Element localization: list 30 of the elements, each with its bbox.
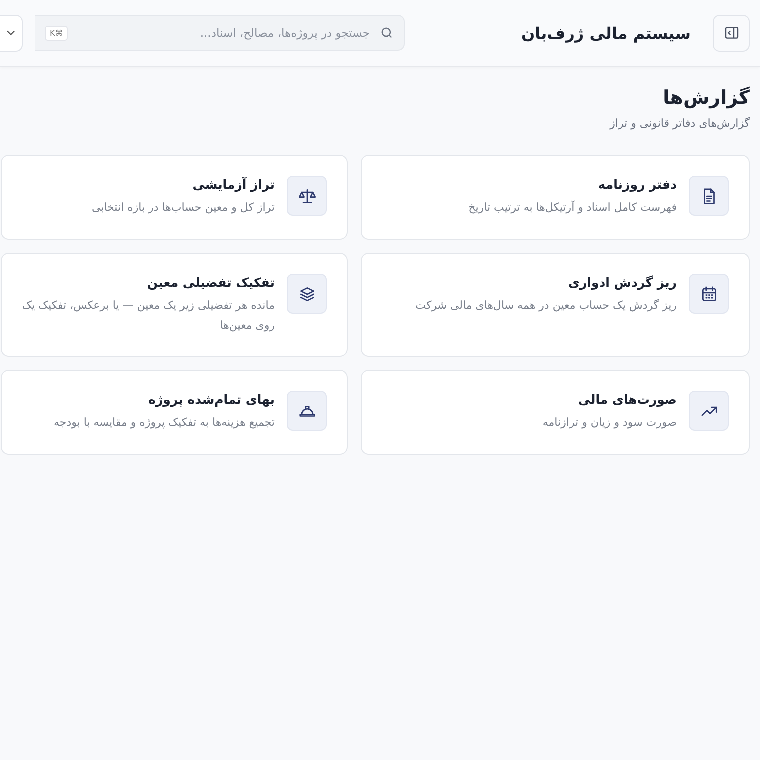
- card-title: ریز گردش ادواری: [568, 275, 677, 290]
- card-title: بهای تمام‌شده پروژه: [148, 392, 275, 407]
- card-description: روی معین‌ها: [220, 318, 275, 334]
- report-card[interactable]: دفتر روزنامه فهرست کامل اسناد و آرتیکل‌ها به ترتیب تاریخ: [361, 155, 750, 240]
- card-description: صورت سود و زیان و ترازنامه: [542, 415, 677, 431]
- report-card[interactable]: ریز گردش ادواری ریز گردش یک حساب معین در همه سال‌های مالی شرکت: [361, 253, 750, 357]
- report-card[interactable]: صورت‌های مالی صورت سود و زیان و ترازنامه: [361, 370, 750, 455]
- page-subtitle: گزارش‌های دفاتر قانونی و تراز: [610, 117, 750, 130]
- card-description: تجمیع هزینه‌ها به تفکیک پروژه و مقایسه با بودجه: [54, 415, 275, 431]
- app-title: سیستم مالی ژرف‌بان: [521, 24, 691, 42]
- search-icon: [380, 26, 394, 40]
- card-title: تفکیک تفضیلی معین: [147, 275, 275, 290]
- calendar-icon: [700, 284, 718, 304]
- sidebar-toggle-button[interactable]: [713, 14, 750, 52]
- report-card[interactable]: بهای تمام‌شده پروژه تجمیع هزینه‌ها به تفکیک پروژه و مقایسه با بودجه: [1, 370, 348, 455]
- card-description: تراز کل و معین حساب‌ها در بازه انتخابی: [92, 200, 275, 216]
- card-title: صورت‌های مالی: [578, 392, 677, 407]
- card-title: دفتر روزنامه: [598, 177, 677, 192]
- card-title: تراز آزمایشی: [192, 177, 275, 192]
- shortcut-hint: K⌘: [45, 26, 68, 40]
- report-card[interactable]: تراز آزمایشی تراز کل و معین حساب‌ها در بازه انتخابی: [1, 155, 348, 240]
- card-description: مانده هر تفضیلی زیر یک معین — یا برعکس، تفکیک یک: [22, 298, 275, 314]
- search-input[interactable]: جستجو در پروژه‌ها، مصالح، اسناد...: [76, 25, 372, 41]
- card-description: ریز گردش یک حساب معین در همه سال‌های مالی شرکت: [416, 298, 677, 314]
- card-description: فهرست کامل اسناد و آرتیکل‌ها به ترتیب تاریخ: [468, 200, 677, 216]
- sidebar-toggle-icon: [724, 25, 740, 41]
- balance-scale-icon: [298, 186, 316, 206]
- page-title: گزارش‌ها: [663, 87, 750, 109]
- report-card[interactable]: تفکیک تفضیلی معین مانده هر تفضیلی زیر یک معین — یا برعکس، تفکیک یک روی معین‌ها: [1, 253, 348, 357]
- layers-icon: [298, 284, 316, 304]
